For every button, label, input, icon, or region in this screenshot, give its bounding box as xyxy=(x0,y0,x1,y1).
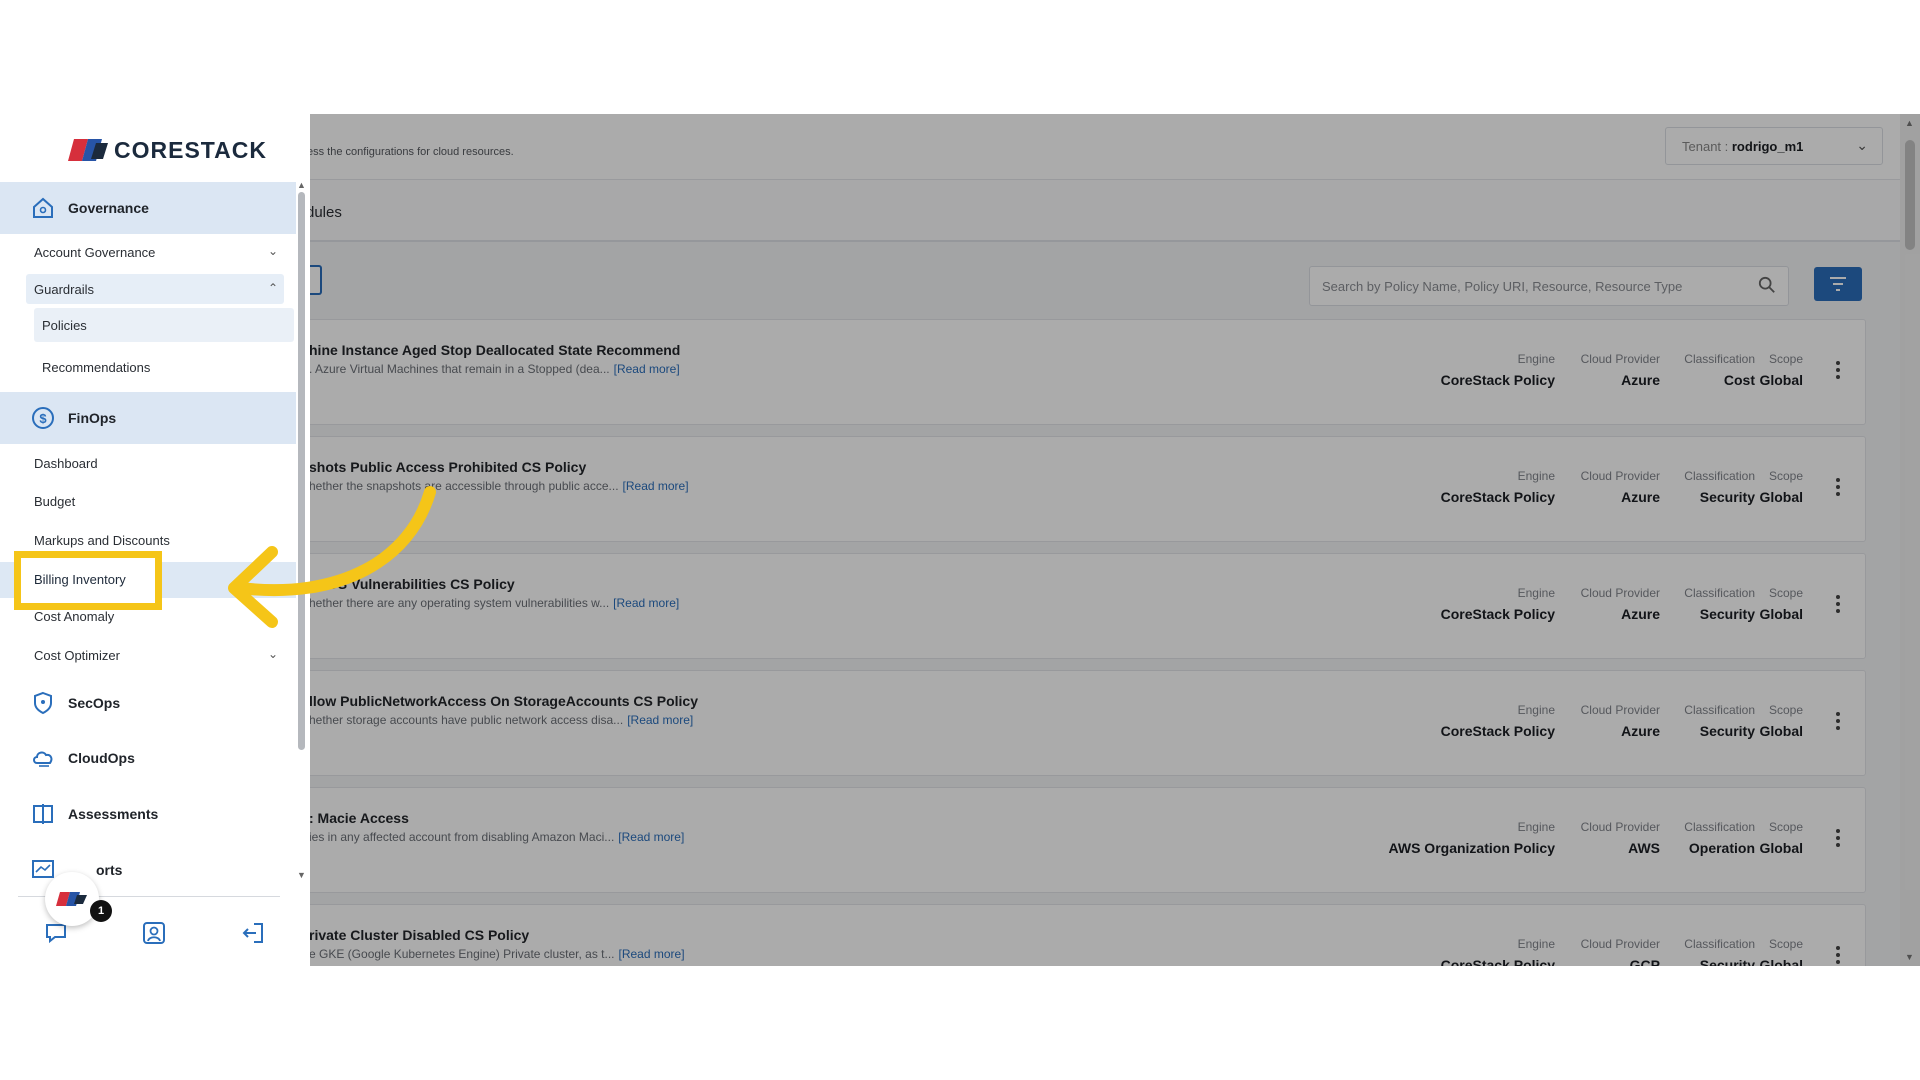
scroll-down-icon[interactable]: ▼ xyxy=(297,870,306,880)
logout-icon[interactable] xyxy=(240,920,266,946)
home-icon xyxy=(33,197,53,218)
annotation-arrow-icon xyxy=(228,486,436,628)
sidebar-item-account-governance[interactable]: Account Governance ⌄ xyxy=(26,237,284,267)
sidebar-section-label: Governance xyxy=(68,200,149,216)
sidebar-section-label: FinOps xyxy=(68,410,117,426)
sidebar-section-finops[interactable]: $ FinOps xyxy=(0,392,296,444)
sidebar-section-label: CloudOps xyxy=(68,750,135,766)
sidebar-item-label: Cost Optimizer xyxy=(34,648,120,663)
corestack-logo[interactable]: CORESTACK xyxy=(68,136,267,164)
logo-mark-icon xyxy=(68,139,108,161)
sidebar-section-assessments[interactable]: Assessments xyxy=(0,788,296,840)
sidebar-item-label: Policies xyxy=(42,318,87,333)
sidebar-item-label: Billing Inventory xyxy=(34,572,126,587)
svg-text:$: $ xyxy=(39,411,47,426)
sidebar-item-guardrails[interactable]: Guardrails ⌃ xyxy=(26,274,284,304)
sidebar-section-governance[interactable]: Governance xyxy=(0,182,296,234)
sidebar-item-dashboard[interactable]: Dashboard xyxy=(34,456,98,471)
sidebar-item-policies[interactable]: Policies xyxy=(34,308,294,342)
sidebar-section-label: Assessments xyxy=(68,806,159,822)
notification-badge: 1 xyxy=(90,900,112,922)
sidebar-section-label: orts xyxy=(96,862,123,878)
assistant-fab[interactable] xyxy=(45,872,99,926)
chevron-up-icon: ⌃ xyxy=(267,281,278,295)
sidebar-item-budget[interactable]: Budget xyxy=(34,494,75,509)
sidebar-item-billing-inventory[interactable]: Billing Inventory xyxy=(14,551,162,610)
scroll-up-icon[interactable]: ▲ xyxy=(297,180,306,190)
assessment-icon xyxy=(33,804,53,824)
profile-icon[interactable] xyxy=(141,920,167,946)
sidebar-item-recommendations[interactable]: Recommendations xyxy=(42,360,150,375)
brand-name: CORESTACK xyxy=(114,136,267,163)
sidebar-item-cost-anomaly[interactable]: Cost Anomaly xyxy=(34,609,114,624)
app-frame: ess the configurations for cloud resourc… xyxy=(0,114,1920,966)
sidebar-item-label: Account Governance xyxy=(34,245,156,260)
shield-icon xyxy=(34,691,52,715)
sidebar-item-label: Guardrails xyxy=(34,282,94,297)
sidebar-item-markups[interactable]: Markups and Discounts xyxy=(34,533,170,548)
sidebar-section-label: SecOps xyxy=(68,695,121,711)
cloud-icon xyxy=(33,751,53,767)
logo-mark-icon xyxy=(56,892,87,906)
chevron-down-icon: ⌄ xyxy=(267,244,278,258)
dollar-icon: $ xyxy=(32,407,54,429)
